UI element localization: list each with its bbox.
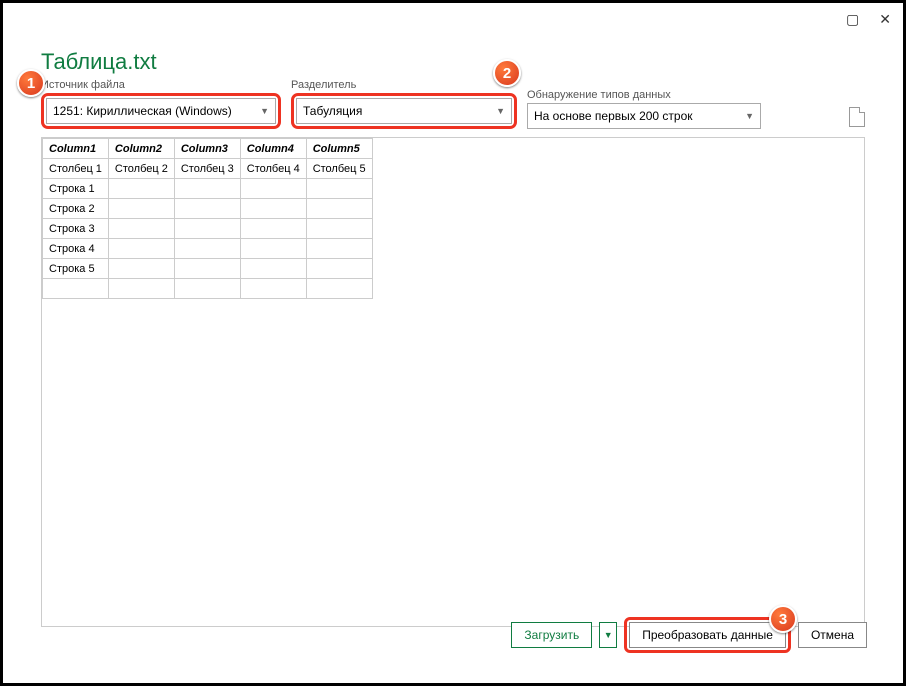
source-dropdown-value: 1251: Кириллическая (Windows): [53, 104, 232, 118]
source-dropdown[interactable]: 1251: Кириллическая (Windows) ▼: [46, 98, 276, 124]
table-cell: [174, 219, 240, 239]
table-cell: [240, 219, 306, 239]
table-cell: [108, 219, 174, 239]
dialog-title: Таблица.txt: [41, 49, 865, 75]
table-cell: Столбец 3: [174, 159, 240, 179]
table-cell: [306, 239, 372, 259]
chevron-down-icon: ▼: [604, 630, 613, 640]
column-header[interactable]: Column5: [306, 139, 372, 159]
table-row: Столбец 1Столбец 2Столбец 3Столбец 4Стол…: [43, 159, 373, 179]
table-cell: [240, 179, 306, 199]
delimiter-dropdown[interactable]: Табуляция ▼: [296, 98, 512, 124]
table-cell: [174, 179, 240, 199]
table-cell: Строка 5: [43, 259, 109, 279]
table-cell: [174, 279, 240, 299]
table-row: Строка 3: [43, 219, 373, 239]
table-cell: [108, 199, 174, 219]
detect-dropdown-value: На основе первых 200 строк: [534, 109, 693, 123]
table-cell: [306, 279, 372, 299]
transform-button[interactable]: Преобразовать данные: [629, 622, 786, 648]
table-cell: Столбец 4: [240, 159, 306, 179]
table-cell: [240, 239, 306, 259]
table-cell: [174, 199, 240, 219]
table-cell: [108, 179, 174, 199]
table-cell: [240, 279, 306, 299]
load-button[interactable]: Загрузить: [511, 622, 592, 648]
table-row: Строка 1: [43, 179, 373, 199]
annotation-badge-1: 1: [17, 69, 45, 97]
column-header[interactable]: Column3: [174, 139, 240, 159]
chevron-down-icon: ▼: [496, 106, 505, 116]
table-row: Строка 5: [43, 259, 373, 279]
table-row: Строка 2: [43, 199, 373, 219]
column-header[interactable]: Column4: [240, 139, 306, 159]
column-header[interactable]: Column2: [108, 139, 174, 159]
table-cell: [240, 259, 306, 279]
table-cell: [306, 199, 372, 219]
table-cell: Строка 1: [43, 179, 109, 199]
table-cell: [174, 239, 240, 259]
preview-table: Column1Column2Column3Column4Column5 Стол…: [42, 138, 373, 299]
table-cell: Столбец 5: [306, 159, 372, 179]
delimiter-dropdown-value: Табуляция: [303, 104, 362, 118]
table-cell: [306, 179, 372, 199]
page-settings-icon[interactable]: [849, 107, 865, 127]
column-header[interactable]: Column1: [43, 139, 109, 159]
maximize-icon[interactable]: ▢: [846, 11, 859, 28]
table-cell: Строка 4: [43, 239, 109, 259]
chevron-down-icon: ▼: [745, 111, 754, 121]
delimiter-label: Разделитель: [291, 79, 517, 91]
table-cell: [108, 239, 174, 259]
table-cell: [43, 279, 109, 299]
annotation-badge-2: 2: [493, 59, 521, 87]
table-cell: [174, 259, 240, 279]
source-label: Источник файла: [41, 79, 281, 91]
detect-dropdown[interactable]: На основе первых 200 строк ▼: [527, 103, 761, 129]
detect-label: Обнаружение типов данных: [527, 89, 761, 101]
table-cell: Строка 2: [43, 199, 109, 219]
table-row: [43, 279, 373, 299]
close-icon[interactable]: ✕: [879, 11, 891, 28]
table-row: Строка 4: [43, 239, 373, 259]
table-cell: [108, 279, 174, 299]
table-cell: Столбец 1: [43, 159, 109, 179]
table-cell: [306, 219, 372, 239]
chevron-down-icon: ▼: [260, 106, 269, 116]
load-split-button[interactable]: ▼: [599, 622, 617, 648]
cancel-button[interactable]: Отмена: [798, 622, 867, 648]
table-cell: [108, 259, 174, 279]
table-cell: [306, 259, 372, 279]
table-cell: [240, 199, 306, 219]
table-cell: Столбец 2: [108, 159, 174, 179]
table-cell: Строка 3: [43, 219, 109, 239]
annotation-badge-3: 3: [769, 605, 797, 633]
